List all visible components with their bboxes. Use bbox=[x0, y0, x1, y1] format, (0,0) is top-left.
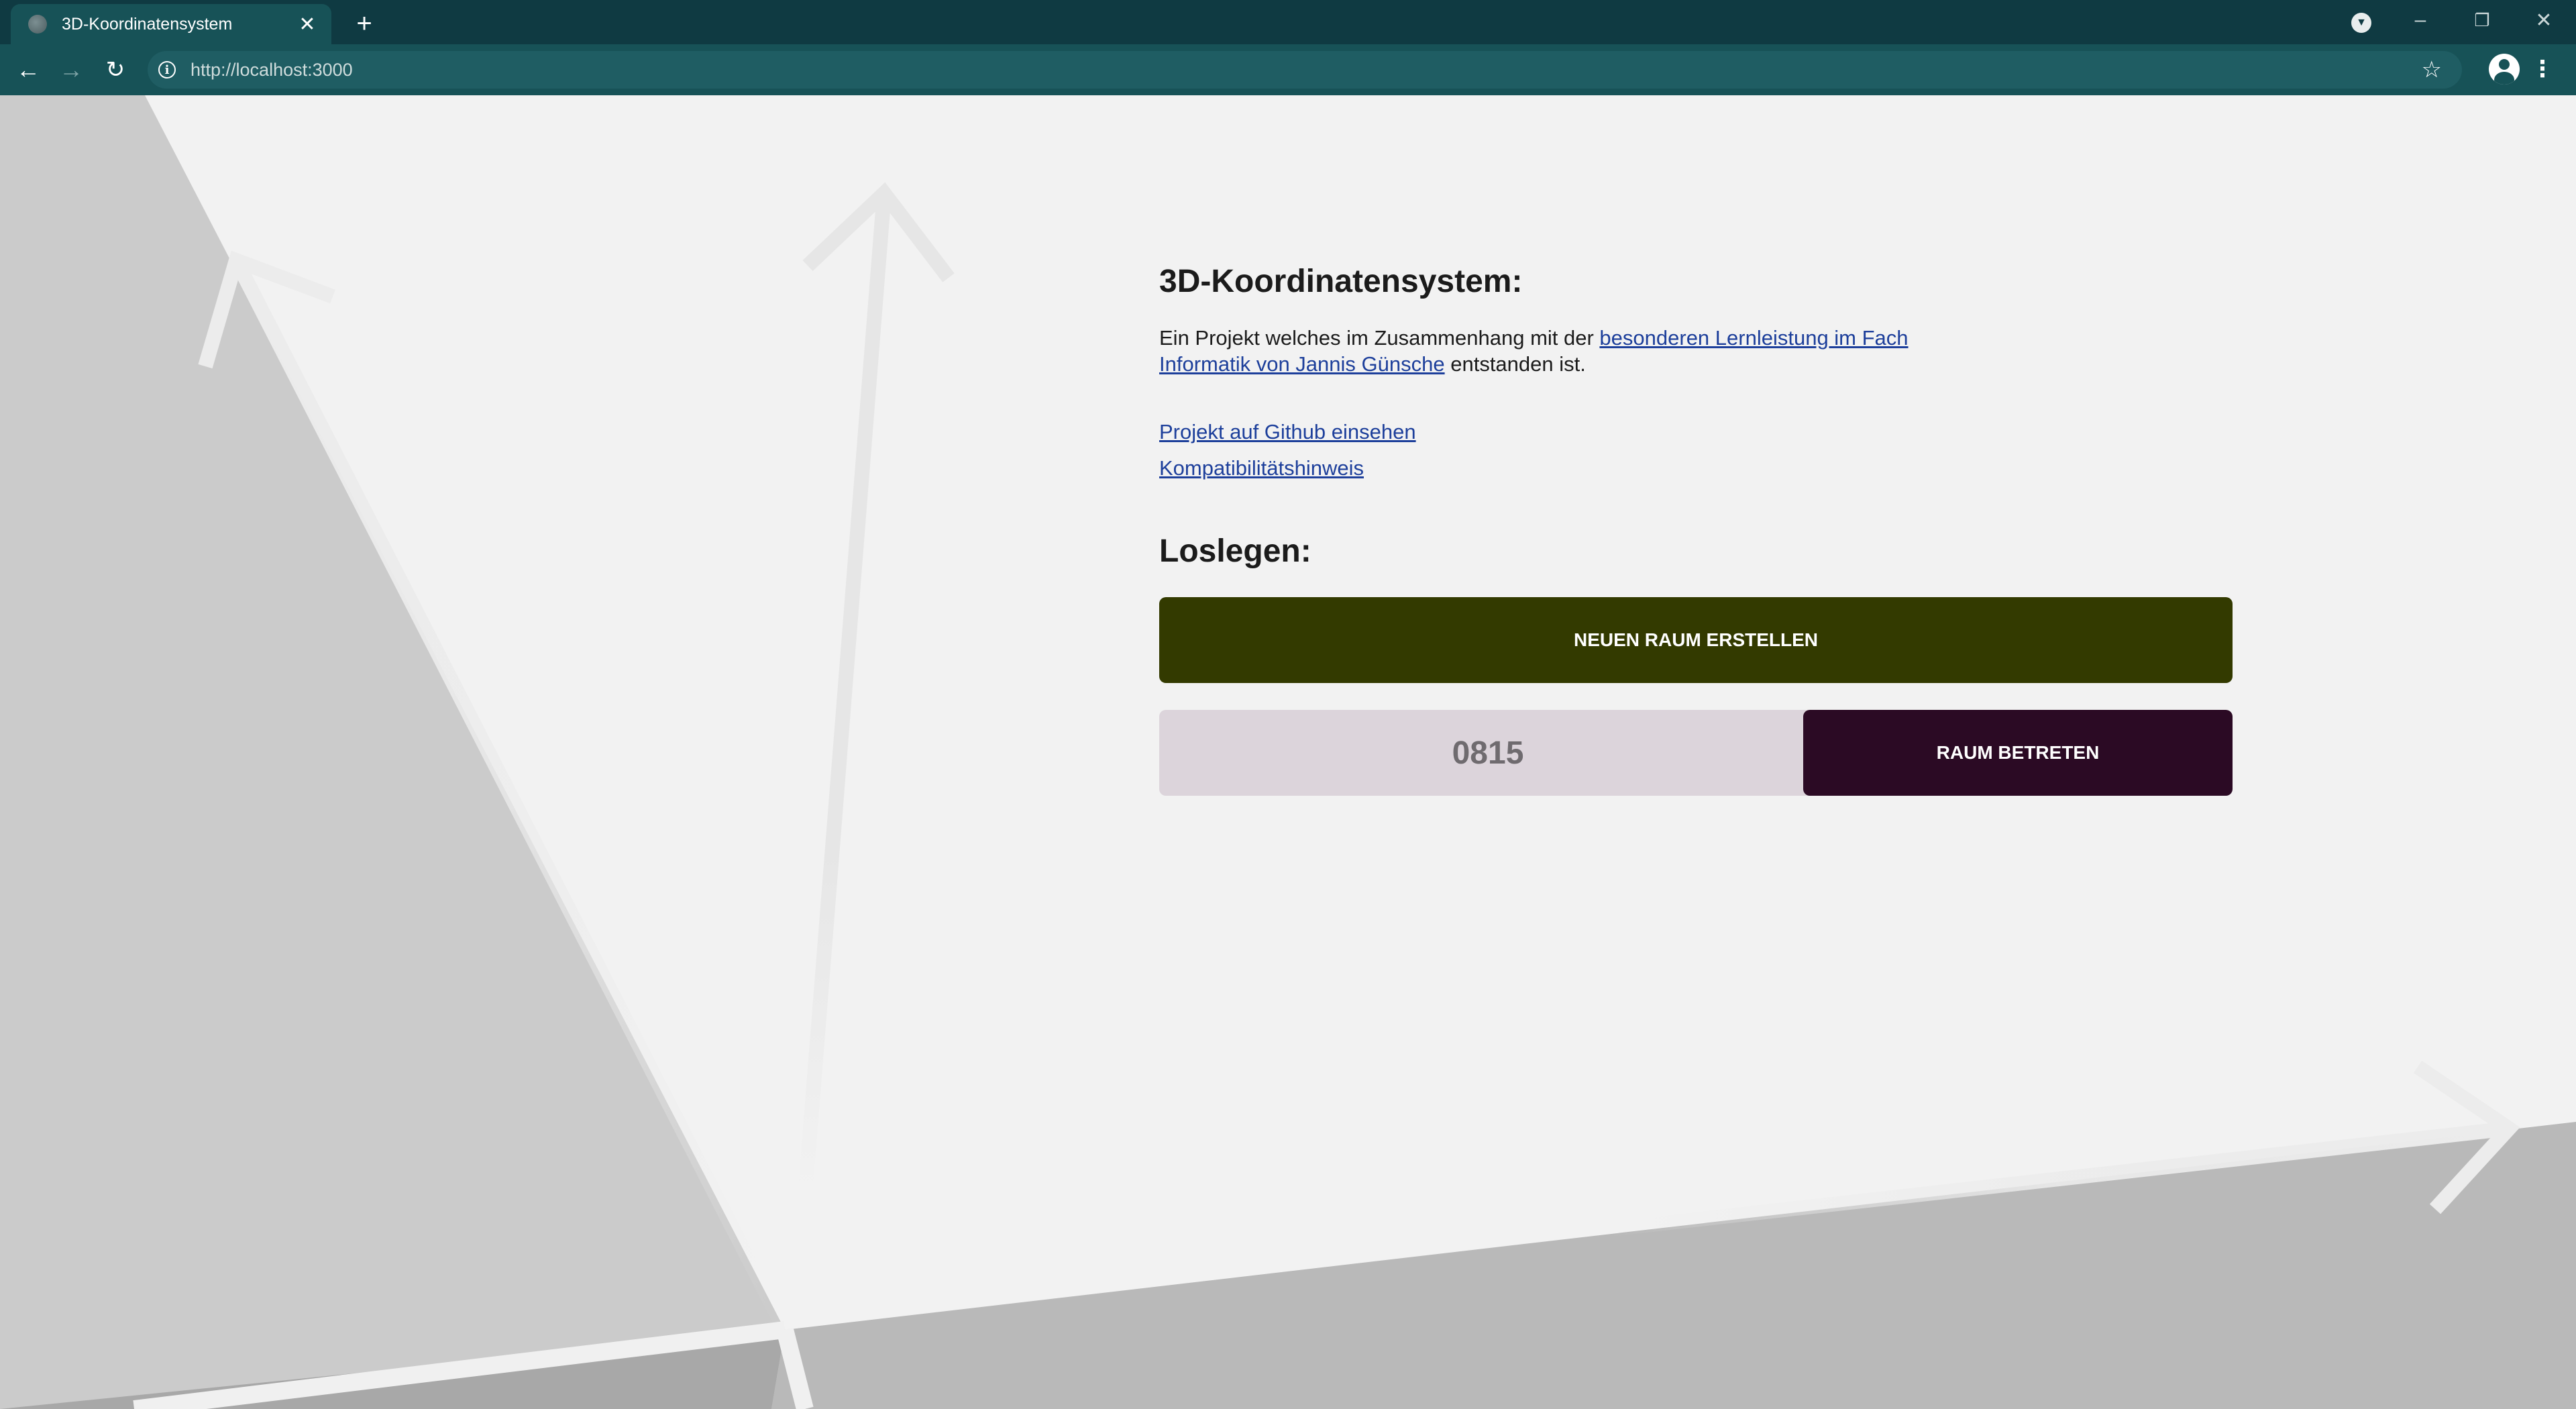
github-link[interactable]: Projekt auf Github einsehen bbox=[1159, 420, 1416, 444]
tab-close-icon[interactable]: ✕ bbox=[295, 12, 319, 36]
browser-toolbar: ← → ↻ i http://localhost:3000 ☆ bbox=[0, 44, 2576, 95]
globe-icon bbox=[28, 15, 47, 34]
arrow-right-icon: → bbox=[59, 56, 83, 83]
forward-button[interactable]: → bbox=[55, 54, 87, 86]
browser-tab-bar: 3D-Koordinatensystem ✕ + ▼ – ❐ ✕ bbox=[0, 0, 2576, 44]
room-code-input[interactable] bbox=[1159, 710, 1817, 796]
arrow-left-icon: ← bbox=[16, 56, 40, 83]
page-title: 3D-Koordinatensystem: bbox=[1159, 264, 1523, 299]
left-plane bbox=[0, 95, 785, 1409]
info-icon[interactable]: i bbox=[158, 61, 176, 79]
intro-prefix: Ein Projekt welches im Zusammenhang mit … bbox=[1159, 326, 1600, 350]
back-button[interactable]: ← bbox=[12, 54, 44, 86]
restore-button[interactable]: ❐ bbox=[2461, 5, 2504, 35]
chevron-down-icon: ▼ bbox=[2351, 13, 2371, 33]
account-icon[interactable] bbox=[2489, 54, 2520, 85]
star-icon[interactable]: ☆ bbox=[2422, 56, 2442, 83]
kebab-menu-icon[interactable]: ⋮ bbox=[2529, 54, 2556, 85]
join-room-button[interactable]: RAUM BETRETEN bbox=[1803, 710, 2233, 796]
bottom-plane bbox=[771, 1122, 2576, 1409]
intro-suffix: entstanden ist. bbox=[1444, 352, 1586, 376]
create-room-button[interactable]: NEUEN RAUM ERSTELLEN bbox=[1159, 597, 2233, 683]
tab-search-button[interactable]: ▼ bbox=[2348, 9, 2375, 36]
reload-button[interactable]: ↻ bbox=[99, 54, 131, 86]
url-text[interactable]: http://localhost:3000 bbox=[191, 60, 2422, 81]
new-tab-button[interactable]: + bbox=[349, 8, 380, 39]
browser-tab[interactable]: 3D-Koordinatensystem ✕ bbox=[11, 4, 331, 44]
tab-title: 3D-Koordinatensystem bbox=[62, 14, 233, 34]
minimize-button[interactable]: – bbox=[2399, 5, 2442, 35]
y-axis-line bbox=[798, 193, 892, 1196]
address-bar[interactable]: i http://localhost:3000 ☆ bbox=[148, 51, 2462, 89]
start-heading: Loslegen: bbox=[1159, 533, 1311, 569]
reload-icon: ↻ bbox=[105, 57, 125, 83]
page-viewport: 3D-Koordinatensystem: Ein Projekt welche… bbox=[0, 95, 2576, 1409]
close-window-button[interactable]: ✕ bbox=[2522, 5, 2565, 35]
compatibility-link[interactable]: Kompatibilitätshinweis bbox=[1159, 456, 1364, 480]
intro-text: Ein Projekt welches im Zusammenhang mit … bbox=[1159, 325, 1951, 377]
